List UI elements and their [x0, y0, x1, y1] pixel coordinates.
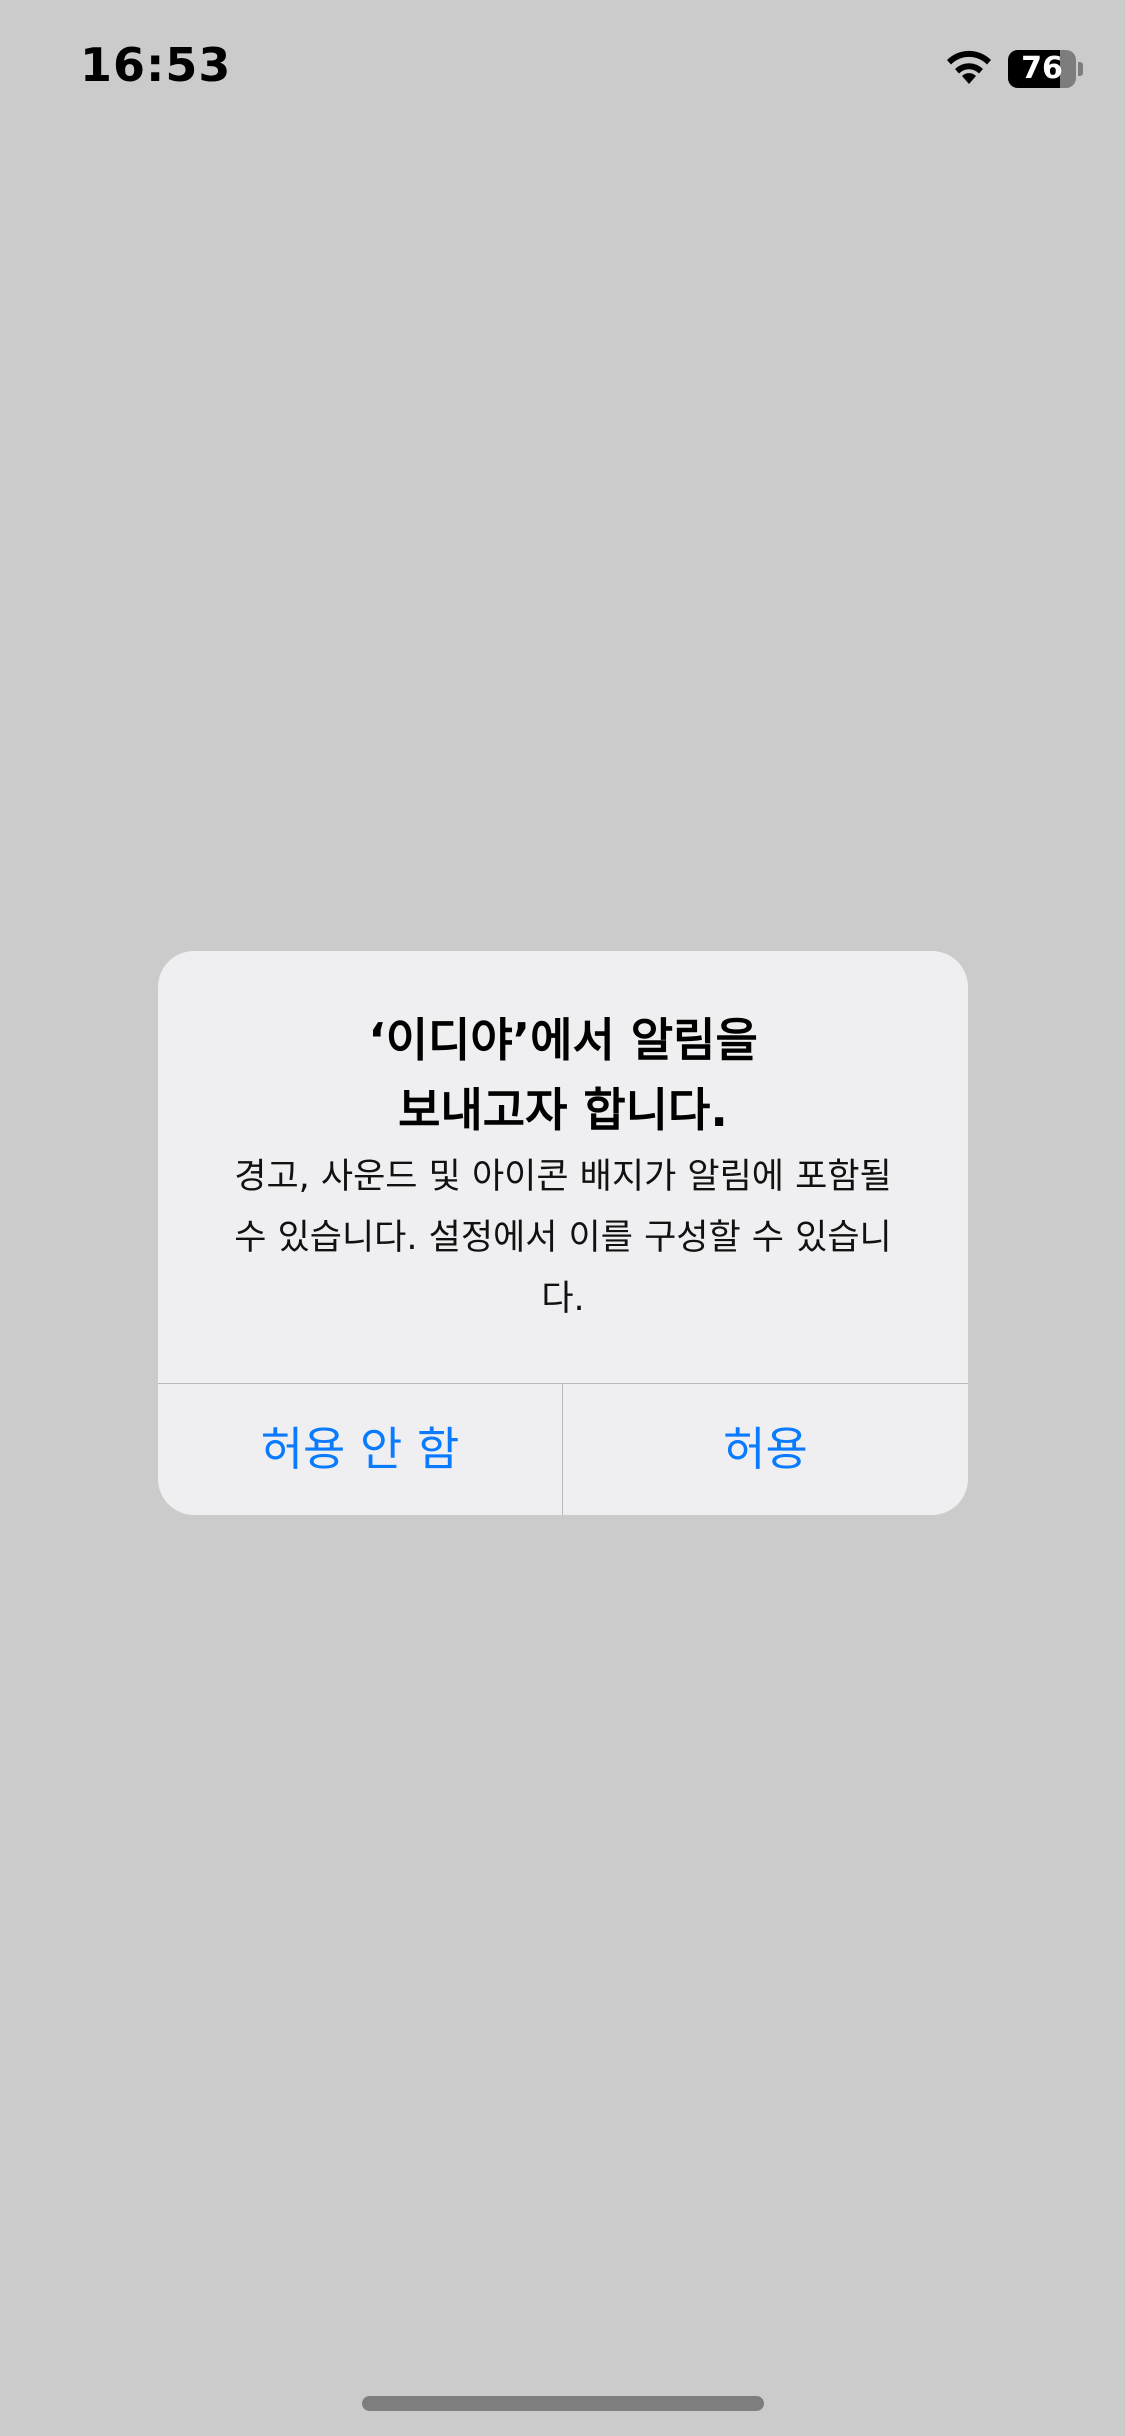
home-indicator[interactable]	[362, 2396, 764, 2411]
allow-button[interactable]: 허용	[563, 1384, 968, 1515]
status-bar: 16:53 76	[0, 0, 1125, 140]
screen: 16:53 76 ‘이디야’에서 알림을 보내고자 합니다. 경고, 사운드 및…	[0, 0, 1125, 2436]
battery-cap	[1078, 62, 1083, 76]
wifi-icon	[947, 50, 991, 84]
battery-icon: 76	[1008, 50, 1084, 88]
alert-message: 경고, 사운드 및 아이콘 배지가 알림에 포함될 수 있습니다. 설정에서 이…	[234, 1157, 892, 1319]
battery-level-text: 76	[1021, 51, 1063, 86]
status-time: 16:53	[80, 38, 232, 92]
dont-allow-button[interactable]: 허용 안 함	[158, 1384, 562, 1515]
alert-content: ‘이디야’에서 알림을 보내고자 합니다. 경고, 사운드 및 아이콘 배지가 …	[158, 951, 968, 1383]
notification-permission-alert: ‘이디야’에서 알림을 보내고자 합니다. 경고, 사운드 및 아이콘 배지가 …	[158, 951, 968, 1515]
alert-title: ‘이디야’에서 알림을 보내고자 합니다.	[368, 1013, 758, 1137]
battery-body: 76	[1008, 50, 1076, 88]
